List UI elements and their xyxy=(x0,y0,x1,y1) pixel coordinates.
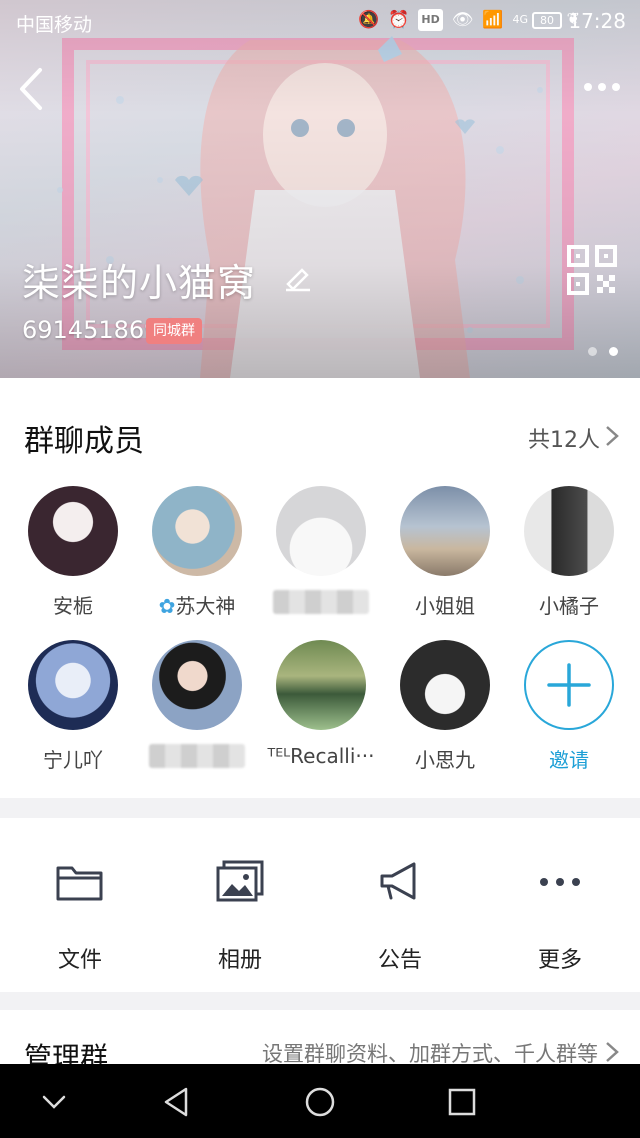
nav-back-icon[interactable] xyxy=(158,1082,198,1122)
nav-collapse-icon[interactable] xyxy=(34,1082,74,1122)
invite-circle xyxy=(524,640,614,730)
hd-icon: HD xyxy=(418,9,443,31)
battery-level: 80 xyxy=(540,14,554,27)
action-label: 更多 xyxy=(537,948,582,973)
quick-actions: 文件 相册 公告 更多 xyxy=(0,818,640,992)
avatar xyxy=(152,640,242,730)
more-menu-button[interactable] xyxy=(580,76,624,98)
member-name-text: 苏大神 xyxy=(175,594,236,618)
network-label: 4G xyxy=(512,13,528,26)
clock: 17:28 xyxy=(568,9,626,33)
files-button[interactable]: 文件 xyxy=(0,818,160,992)
more-button[interactable]: 更多 xyxy=(480,818,640,992)
chevron-right-icon[interactable] xyxy=(604,424,620,448)
avatar xyxy=(28,486,118,576)
member-name: 宁儿吖 xyxy=(43,748,103,772)
member-item[interactable]: 宁儿吖 xyxy=(10,640,136,772)
wifi-icon: 📶 xyxy=(482,10,504,30)
edit-pencil-icon[interactable] xyxy=(282,260,314,292)
nav-home-icon[interactable] xyxy=(300,1082,340,1122)
megaphone-icon xyxy=(380,862,416,900)
album-button[interactable]: 相册 xyxy=(160,818,320,992)
page-dot xyxy=(588,347,597,356)
eye-icon: 👁 xyxy=(451,10,474,30)
avatar xyxy=(276,486,366,576)
blurred-name xyxy=(149,744,245,768)
manage-title: 管理群 xyxy=(24,1041,109,1064)
invite-member-button[interactable]: 邀请 xyxy=(506,640,632,773)
avatar xyxy=(28,640,118,730)
page-dot-active xyxy=(609,347,618,356)
member-name: 小橘子 xyxy=(539,594,599,618)
action-label: 公告 xyxy=(377,948,422,973)
alarm-icon: ⏰ xyxy=(388,10,410,30)
avatar xyxy=(400,486,490,576)
member-item[interactable]: 安栀 xyxy=(10,486,136,618)
city-group-badge: 同城群 xyxy=(146,318,202,344)
plus-icon xyxy=(547,663,591,707)
nav-recents-icon[interactable] xyxy=(442,1082,482,1122)
qr-code-icon[interactable] xyxy=(566,244,618,296)
invite-label: 邀请 xyxy=(549,748,589,772)
member-name: 小思九 xyxy=(415,748,475,772)
blurred-name xyxy=(273,590,369,614)
manage-group-row[interactable]: 管理群 设置群聊资料、加群方式、千人群等 xyxy=(0,1010,640,1064)
member-name: ✿苏大神 xyxy=(134,590,260,618)
member-name: 小姐姐 xyxy=(415,594,475,618)
status-bar: 中国移动 🔕 ⏰ HD 👁 📶 4G 80 ❦ 17:28 xyxy=(0,0,640,42)
more-dots-icon xyxy=(540,878,580,886)
carrier-label: 中国移动 xyxy=(16,14,93,36)
mute-icon: 🔕 xyxy=(358,10,380,30)
crown-icon: ✿ xyxy=(158,594,176,618)
members-title: 群聊成员 xyxy=(24,424,144,459)
group-name: 柒柒的小猫窝 xyxy=(22,261,257,305)
member-item[interactable] xyxy=(258,486,384,614)
album-icon xyxy=(216,860,264,902)
member-item[interactable]: 小橘子 xyxy=(506,486,632,618)
group-cover-header: 中国移动 🔕 ⏰ HD 👁 📶 4G 80 ❦ 17:28 柒柒的小猫窝 691… xyxy=(0,0,640,378)
member-item[interactable]: ᵀᴱᴸRecalli··· xyxy=(258,640,384,770)
avatar xyxy=(152,486,242,576)
dot xyxy=(612,83,620,91)
member-item[interactable]: ✿苏大神 xyxy=(134,486,260,618)
announcement-button[interactable]: 公告 xyxy=(320,818,480,992)
avatar xyxy=(524,486,614,576)
members-count[interactable]: 共12人 xyxy=(528,422,600,454)
member-name: ᵀᴱᴸRecalli··· xyxy=(267,744,375,768)
system-nav-bar xyxy=(0,1064,640,1138)
action-label: 相册 xyxy=(217,948,262,973)
manage-description: 设置群聊资料、加群方式、千人群等 xyxy=(262,1042,598,1064)
status-icons: 🔕 ⏰ HD 👁 📶 4G xyxy=(358,9,528,31)
avatar xyxy=(276,640,366,730)
cover-page-indicator xyxy=(588,347,618,356)
folder-icon xyxy=(56,866,103,901)
chevron-right-icon xyxy=(606,1042,619,1062)
group-id: 691451869 xyxy=(22,316,160,344)
member-item[interactable]: 小姐姐 xyxy=(382,486,508,618)
battery-icon: 80 xyxy=(532,12,562,29)
avatar xyxy=(400,640,490,730)
members-section: 群聊成员 共12人 安栀 ✿苏大神 小姐姐 小橘子 宁儿吖 ᵀᴱᴸRecalli… xyxy=(0,378,640,798)
dot xyxy=(584,83,592,91)
member-item[interactable] xyxy=(134,640,260,768)
back-arrow-icon[interactable] xyxy=(14,66,48,112)
dot xyxy=(598,83,606,91)
member-item[interactable]: 小思九 xyxy=(382,640,508,772)
member-name: 安栀 xyxy=(53,594,93,618)
action-label: 文件 xyxy=(57,948,102,973)
